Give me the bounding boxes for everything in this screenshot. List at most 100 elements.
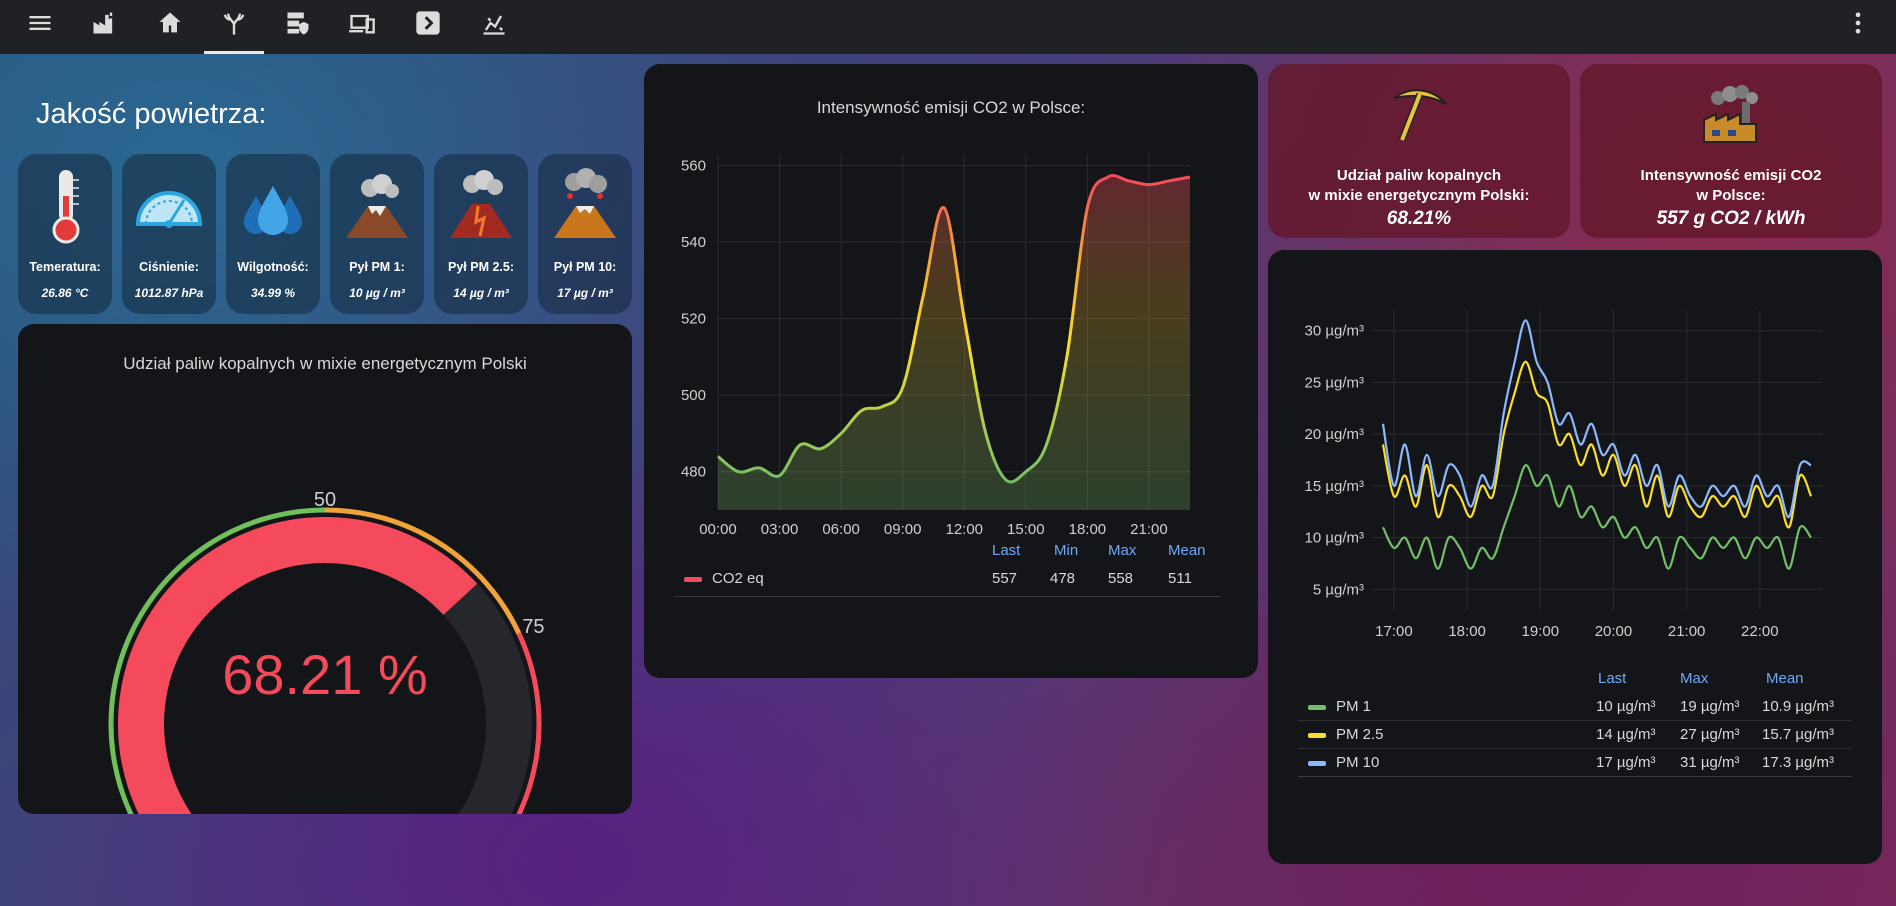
x-tick-label: 22:00 bbox=[1741, 623, 1779, 640]
y-tick-label: 480 bbox=[681, 464, 706, 481]
thermometer-icon bbox=[52, 170, 80, 244]
fossil-fuel-info-card[interactable]: Udział paliw kopalnych w mixie energetyc… bbox=[1268, 64, 1570, 238]
chevron-right-icon[interactable] bbox=[406, 4, 450, 42]
gauge-label-50: 50 bbox=[314, 489, 336, 511]
legend-swatch bbox=[1308, 704, 1326, 710]
tile-label: Pył PM 10: bbox=[553, 260, 617, 274]
tile-label: Wilgotność: bbox=[237, 260, 309, 274]
legend-value-max: 27 µg/m³ bbox=[1680, 726, 1740, 743]
legend-value-max: 558 bbox=[1108, 570, 1134, 587]
legend-value-last: 10 µg/m³ bbox=[1596, 698, 1656, 715]
tile-label: Pył PM 2.5: bbox=[448, 260, 514, 274]
info-line2: w Polsce: bbox=[1696, 187, 1766, 204]
legend-value-mean: 10.9 µg/m³ bbox=[1762, 698, 1835, 715]
y-tick-label: 540 bbox=[681, 234, 706, 251]
legend-header-min: Min bbox=[1054, 542, 1079, 559]
y-tick-label: 15 µg/m³ bbox=[1305, 478, 1365, 495]
info-value: 557 g CO2 / kWh bbox=[1656, 208, 1806, 229]
tile-value: 1012.87 hPa bbox=[134, 286, 204, 300]
info-line1: Udział paliw kopalnych bbox=[1336, 167, 1502, 184]
volcano-icon bbox=[554, 168, 616, 238]
legend-header-last: Last bbox=[1598, 670, 1627, 687]
tile-pressure[interactable]: Ciśnienie: 1012.87 hPa bbox=[122, 154, 216, 314]
gauge-value-text: 68.21 % bbox=[222, 643, 428, 706]
y-tick-label: 500 bbox=[681, 387, 706, 404]
pm-line-chart: 5 µg/m³ 10 µg/m³ 15 µg/m³ 20 µg/m³ 25 µg/m³ 3… bbox=[1305, 310, 1822, 640]
y-tick-label: 30 µg/m³ bbox=[1305, 323, 1365, 340]
x-tick-label: 12:00 bbox=[945, 521, 983, 538]
legend-value-mean: 511 bbox=[1168, 570, 1192, 587]
legend-series-name: PM 1 bbox=[1336, 698, 1372, 715]
x-tick-label: 21:00 bbox=[1668, 623, 1706, 640]
tile-temperature[interactable]: Temeratura: 26.86 °C bbox=[18, 154, 112, 314]
legend-swatch bbox=[684, 576, 702, 582]
legend-value-last: 14 µg/m³ bbox=[1596, 726, 1656, 743]
more-icon[interactable] bbox=[1836, 4, 1880, 42]
legend-header-mean: Mean bbox=[1766, 670, 1804, 687]
x-tick-label: 15:00 bbox=[1007, 521, 1045, 538]
tile-value: 26.86 °C bbox=[41, 286, 89, 300]
tile-pm1[interactable]: Pył PM 1: 10 µg / m³ bbox=[330, 154, 424, 314]
legend-row-co2[interactable]: CO2 eq 557 478 558 511 bbox=[674, 562, 1220, 597]
y-tick-label: 5 µg/m³ bbox=[1313, 581, 1364, 598]
y-tick-label: 20 µg/m³ bbox=[1305, 426, 1365, 443]
x-tick-label: 17:00 bbox=[1375, 623, 1413, 640]
x-tick-label: 20:00 bbox=[1595, 623, 1633, 640]
legend-series-name: CO2 eq bbox=[712, 570, 764, 587]
server-shield-icon[interactable] bbox=[276, 4, 320, 42]
legend-value-mean: 17.3 µg/m³ bbox=[1762, 754, 1835, 771]
legend-header-max: Max bbox=[1108, 542, 1137, 559]
info-line2: w mixie energetycznym Polski: bbox=[1308, 187, 1530, 204]
pm-chart-card: 5 µg/m³ 10 µg/m³ 15 µg/m³ 20 µg/m³ 25 µg/m³ 3… bbox=[1268, 250, 1882, 864]
tile-value: 17 µg / m³ bbox=[557, 286, 613, 300]
x-tick-label: 19:00 bbox=[1522, 623, 1560, 640]
gauge-label-75: 75 bbox=[522, 616, 544, 638]
co2-intensity-info-card[interactable]: Intensywność emisji CO2 w Polsce: 557 g … bbox=[1580, 64, 1882, 238]
legend-value-max: 31 µg/m³ bbox=[1680, 754, 1740, 771]
devices-icon[interactable] bbox=[340, 4, 384, 42]
info-value: 68.21% bbox=[1386, 208, 1452, 229]
x-tick-label: 00:00 bbox=[699, 521, 737, 538]
tile-label: Temeratura: bbox=[29, 260, 101, 274]
legend-value-last: 17 µg/m³ bbox=[1596, 754, 1656, 771]
tile-value: 34.99 % bbox=[250, 286, 296, 300]
tile-label: Ciśnienie: bbox=[139, 260, 199, 274]
legend-value-min: 478 bbox=[1050, 570, 1076, 587]
legend-header-last: Last bbox=[992, 542, 1021, 559]
x-tick-label: 18:00 bbox=[1069, 521, 1107, 538]
factory-icon[interactable] bbox=[82, 4, 126, 42]
top-toolbar bbox=[0, 0, 1896, 54]
x-tick-label: 18:00 bbox=[1448, 623, 1486, 640]
fossil-fuel-gauge-card: Udział paliw kopalnych w mixie energetyc… bbox=[18, 324, 632, 814]
y-tick-label: 10 µg/m³ bbox=[1305, 530, 1365, 547]
chart-icon[interactable] bbox=[472, 4, 516, 42]
tile-label: Pył PM 1: bbox=[349, 260, 405, 274]
legend-row-pm1[interactable]: PM 1 10 µg/m³ 19 µg/m³ 10.9 µg/m³ bbox=[1298, 692, 1852, 721]
menu-icon[interactable] bbox=[18, 4, 62, 42]
x-tick-label: 21:00 bbox=[1130, 521, 1168, 538]
gauge-icon bbox=[135, 191, 203, 228]
tree-icon[interactable] bbox=[212, 4, 256, 42]
x-tick-label: 03:00 bbox=[761, 521, 799, 538]
tile-humidity[interactable]: Wilgotność: 34.99 % bbox=[226, 154, 320, 314]
y-tick-label: 560 bbox=[681, 157, 706, 174]
legend-row-pm25[interactable]: PM 2.5 14 µg/m³ 27 µg/m³ 15.7 µg/m³ bbox=[1298, 720, 1852, 749]
air-quality-heading: Jakość powietrza: bbox=[36, 98, 267, 130]
tile-pm25[interactable]: Pył PM 2.5: 14 µg / m³ bbox=[434, 154, 528, 314]
active-tab-indicator bbox=[204, 51, 264, 54]
co2-intensity-card: Intensywność emisji CO2 w Polsce: 480 500… bbox=[644, 64, 1258, 678]
legend-row-pm10[interactable]: PM 10 17 µg/m³ 31 µg/m³ 17.3 µg/m³ bbox=[1298, 748, 1852, 777]
legend-series-name: PM 2.5 bbox=[1336, 726, 1384, 743]
legend-swatch bbox=[1308, 732, 1326, 738]
co2-line-chart: 480 500 520 540 560 00:00 03:00 06:00 09:00 12:00… bbox=[681, 154, 1191, 538]
legend-header-mean: Mean bbox=[1168, 542, 1206, 559]
legend-value-mean: 15.7 µg/m³ bbox=[1762, 726, 1835, 743]
volcano-icon bbox=[450, 170, 512, 238]
home-icon[interactable] bbox=[148, 4, 192, 42]
legend-value-max: 19 µg/m³ bbox=[1680, 698, 1740, 715]
info-line1: Intensywność emisji CO2 bbox=[1640, 167, 1822, 184]
volcano-icon bbox=[346, 174, 408, 238]
x-tick-label: 06:00 bbox=[822, 521, 860, 538]
tile-pm10[interactable]: Pył PM 10: 17 µg / m³ bbox=[538, 154, 632, 314]
y-tick-label: 520 bbox=[681, 311, 706, 328]
